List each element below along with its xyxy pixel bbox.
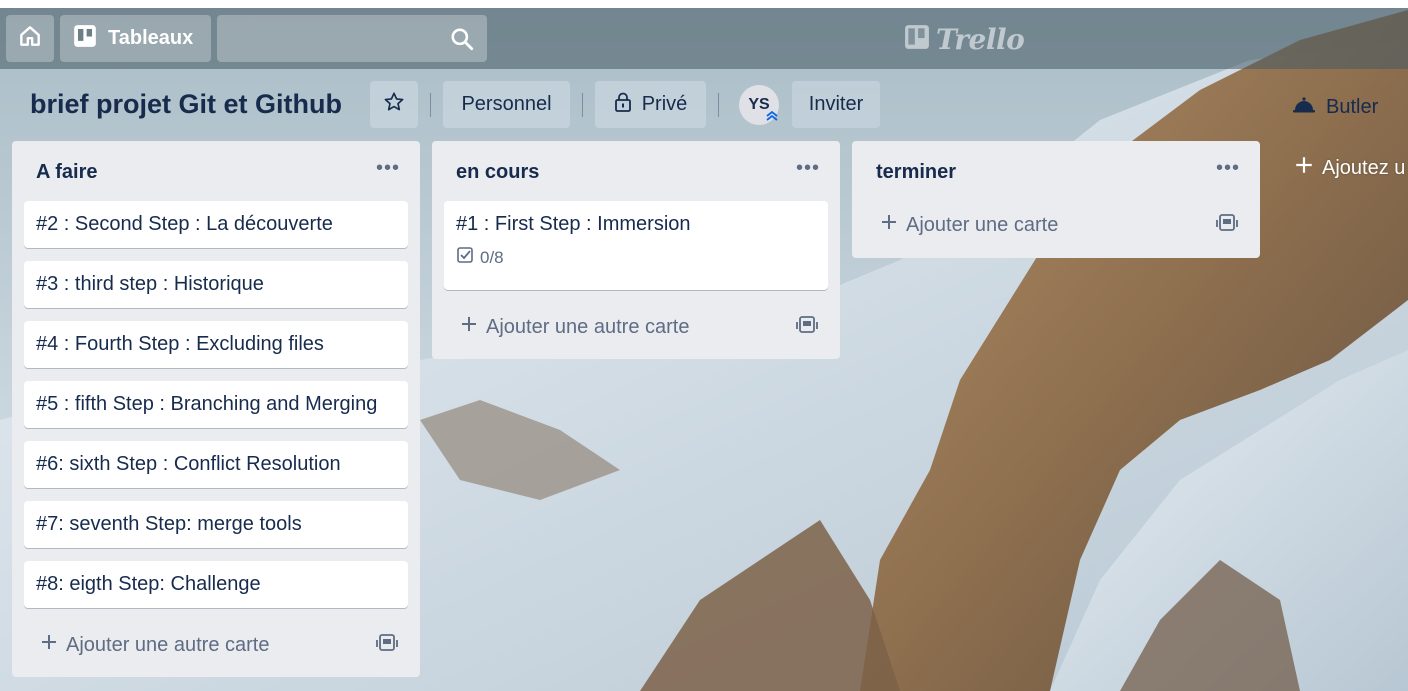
checklist-count: 0/8 (480, 247, 504, 267)
list-a-faire: A faire ••• #2 : Second Step : La découv… (12, 141, 420, 677)
visibility-label: Privé (641, 93, 688, 115)
boards-label: Tableaux (108, 27, 194, 49)
checklist-icon (456, 246, 474, 269)
star-icon (383, 91, 405, 119)
card-template-icon[interactable] (796, 315, 818, 340)
card-title: #5 : fifth Step : Branching and Merging (36, 393, 378, 415)
plus-icon (460, 315, 478, 339)
search-input[interactable] (217, 15, 487, 62)
plus-icon (880, 213, 898, 237)
admin-chevron-icon (765, 109, 779, 127)
list-title[interactable]: en cours (456, 161, 539, 184)
butler-button[interactable]: Butler (1292, 94, 1378, 120)
window-top-strip (0, 0, 1408, 8)
home-button[interactable] (6, 15, 54, 62)
add-card-button[interactable]: Ajouter une carte (880, 213, 1058, 237)
separator (582, 93, 583, 117)
butler-label: Butler (1326, 95, 1379, 118)
ellipsis-icon[interactable]: ••• (1216, 157, 1240, 180)
card-template-icon[interactable] (376, 633, 398, 658)
add-card-label: Ajouter une autre carte (486, 315, 690, 338)
card[interactable]: #7: seventh Step: merge tools (24, 501, 408, 548)
top-navbar: Tableaux Trello (0, 8, 1408, 69)
card[interactable]: #3 : third step : Historique (24, 261, 408, 308)
add-card-button[interactable]: Ajouter une autre carte (40, 633, 269, 657)
team-button[interactable]: Personnel (443, 81, 570, 128)
card-title: #4 : Fourth Step : Excluding files (36, 333, 324, 355)
card-title: #1 : First Step : Immersion (456, 213, 691, 235)
card[interactable]: #6: sixth Step : Conflict Resolution (24, 441, 408, 488)
invite-button[interactable]: Inviter (792, 81, 880, 128)
ellipsis-icon[interactable]: ••• (376, 157, 400, 180)
card[interactable]: #5 : fifth Step : Branching and Merging (24, 381, 408, 428)
ellipsis-icon[interactable]: ••• (796, 157, 820, 180)
board-title[interactable]: brief projet Git et Github (30, 89, 342, 120)
card[interactable]: #4 : Fourth Step : Excluding files (24, 321, 408, 368)
star-board-button[interactable] (370, 81, 418, 128)
list-terminer: terminer ••• Ajouter une carte (852, 141, 1260, 258)
add-list-label: Ajoutez u (1322, 156, 1406, 179)
avatar[interactable]: YS (739, 85, 779, 125)
card-title: #2 : Second Step : La découverte (36, 213, 333, 235)
separator (718, 93, 719, 117)
card-title: #6: sixth Step : Conflict Resolution (36, 453, 341, 475)
add-card-button[interactable]: Ajouter une autre carte (460, 315, 689, 339)
card-title: #8: eigth Step: Challenge (36, 573, 261, 595)
plus-icon (1294, 155, 1314, 181)
trello-logo[interactable]: Trello (904, 22, 1025, 56)
add-list-button[interactable]: Ajoutez u (1294, 155, 1405, 181)
add-card-label: Ajouter une carte (906, 213, 1059, 236)
card[interactable]: #1 : First Step : Immersion 0/8 (444, 201, 828, 290)
card-template-icon[interactable] (1216, 213, 1238, 238)
card-title: #3 : third step : Historique (36, 273, 264, 295)
add-card-label: Ajouter une autre carte (66, 633, 270, 656)
plus-icon (40, 633, 58, 657)
trello-logo-text: Trello (936, 22, 1025, 56)
boards-icon (72, 23, 98, 54)
search-icon[interactable] (449, 26, 475, 57)
separator (430, 93, 431, 117)
card[interactable]: #2 : Second Step : La découverte (24, 201, 408, 248)
list-en-cours: en cours ••• #1 : First Step : Immersion… (432, 141, 840, 359)
home-icon (17, 23, 43, 54)
boards-button[interactable]: Tableaux (60, 15, 211, 62)
visibility-button[interactable]: Privé (595, 81, 706, 128)
checklist-badge: 0/8 (456, 246, 816, 269)
card-title: #7: seventh Step: merge tools (36, 513, 302, 535)
list-title[interactable]: A faire (36, 161, 98, 184)
list-title[interactable]: terminer (876, 161, 956, 184)
card[interactable]: #8: eigth Step: Challenge (24, 561, 408, 608)
lock-icon (614, 92, 632, 118)
butler-icon (1292, 94, 1316, 120)
trello-logo-icon (904, 24, 930, 55)
